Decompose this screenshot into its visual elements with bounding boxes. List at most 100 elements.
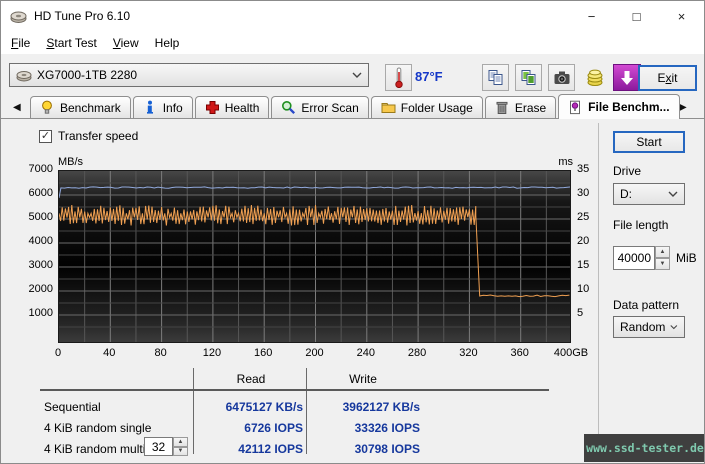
- axis-tick-label: 35: [577, 163, 603, 175]
- maximize-button[interactable]: □: [614, 1, 659, 31]
- queue-depth-input[interactable]: 32: [144, 437, 173, 456]
- spin-up-icon[interactable]: ▲: [655, 246, 670, 258]
- trash-icon: [495, 100, 510, 115]
- axis-tick-label: 30: [577, 187, 603, 199]
- exit-button[interactable]: Exit: [638, 65, 697, 91]
- chevron-down-icon: [352, 72, 362, 78]
- axis-tick-label: 0: [55, 347, 61, 359]
- camera-icon: [553, 70, 571, 86]
- down-arrow-icon: [620, 70, 634, 86]
- menu-help[interactable]: Help: [147, 33, 188, 53]
- axis-tick-label: 40: [103, 347, 115, 359]
- drive-selector-combobox[interactable]: XG7000-1TB 2280: [9, 63, 369, 87]
- axis-tick-label: 4000: [19, 235, 53, 247]
- axis-tick-label: 80: [154, 347, 166, 359]
- axis-tick-label: 160: [254, 347, 272, 359]
- tab-erase[interactable]: Erase: [485, 96, 556, 118]
- transfer-speed-checkbox-row: ✓ Transfer speed: [39, 129, 138, 143]
- tab-health[interactable]: Health: [195, 96, 270, 118]
- panel-divider: [598, 123, 599, 459]
- chevron-down-icon: [668, 191, 678, 197]
- axis-tick-label: 1000: [19, 307, 53, 319]
- file-length-unit: MiB: [676, 251, 697, 265]
- tab-error-scan[interactable]: Error Scan: [271, 96, 368, 118]
- donate-button[interactable]: [581, 64, 608, 91]
- transfer-speed-label: Transfer speed: [58, 129, 138, 143]
- axis-tick-label: 5: [577, 307, 603, 319]
- screenshot-button[interactable]: [548, 64, 575, 91]
- row-label-random-single: 4 KiB random single: [44, 421, 151, 435]
- queue-depth-spinner: ▲ ▼: [173, 437, 188, 456]
- file-length-spinner: ▲ ▼: [655, 246, 670, 270]
- queue-depth-control: 32 ▲ ▼: [144, 437, 188, 456]
- tab-folder-usage[interactable]: Folder Usage: [371, 96, 483, 118]
- write-column-header: Write: [308, 372, 418, 386]
- axis-tick-label: 200: [305, 347, 323, 359]
- table-divider: [306, 368, 307, 454]
- menu-start-test[interactable]: Start Test: [38, 33, 104, 53]
- tab-benchmark[interactable]: Benchmark: [30, 96, 131, 118]
- file-length-input[interactable]: 40000: [613, 246, 655, 270]
- read-column-header: Read: [196, 372, 306, 386]
- axis-tick-label: 6000: [19, 187, 53, 199]
- file-benchmark-icon: [568, 100, 583, 115]
- minimize-button[interactable]: −: [569, 1, 614, 31]
- chevron-down-icon: [670, 324, 678, 330]
- y-right-unit-label: ms: [541, 156, 573, 168]
- axis-tick-label: 360: [511, 347, 529, 359]
- disk-icon: [16, 69, 32, 82]
- health-cross-icon: [205, 100, 220, 115]
- random-single-read-value: 6726 IOPS: [197, 421, 303, 435]
- sequential-read-value: 6475127 KB/s: [197, 400, 303, 414]
- window-controls: − □ ×: [569, 1, 704, 31]
- data-pattern-label: Data pattern: [613, 298, 679, 312]
- transfer-speed-plot: [58, 170, 571, 343]
- watermark: www.ssd-tester.de: [584, 434, 705, 462]
- axis-tick-label: 2000: [19, 283, 53, 295]
- sequential-write-value: 3962127 KB/s: [310, 400, 420, 414]
- menu-file[interactable]: File: [3, 33, 38, 53]
- axis-tick-label: 10: [577, 283, 603, 295]
- coins-icon: [585, 68, 605, 87]
- axis-tick-label: 400GB: [554, 347, 588, 359]
- copy-image-button[interactable]: [515, 64, 542, 91]
- spin-down-icon[interactable]: ▼: [655, 258, 670, 270]
- toolbar: XG7000-1TB 2280 87°F: [1, 54, 704, 93]
- random-multi-write-value: 30798 IOPS: [310, 442, 420, 456]
- thermometer-icon: [392, 67, 406, 88]
- copy-text-button[interactable]: [482, 64, 509, 91]
- title-bar: HD Tune Pro 6.10 − □ ×: [1, 1, 704, 31]
- lightbulb-icon: [40, 100, 55, 115]
- row-label-sequential: Sequential: [44, 400, 101, 414]
- data-pattern-combobox[interactable]: Random: [613, 316, 685, 338]
- window-title: HD Tune Pro 6.10: [34, 9, 130, 23]
- close-button[interactable]: ×: [659, 1, 704, 31]
- axis-tick-label: 320: [459, 347, 477, 359]
- axis-tick-label: 25: [577, 211, 603, 223]
- temperature-value: 87°F: [415, 69, 443, 84]
- temperature-button[interactable]: [385, 64, 412, 91]
- axis-tick-label: 15: [577, 259, 603, 271]
- drive-label: Drive: [613, 164, 641, 178]
- tab-scroll-right-icon[interactable]: ▶: [679, 102, 687, 113]
- download-button[interactable]: [613, 64, 641, 91]
- magnifier-icon: [281, 100, 296, 115]
- spin-up-icon[interactable]: ▲: [173, 437, 188, 447]
- start-button[interactable]: Start: [613, 131, 685, 153]
- axis-tick-label: 20: [577, 235, 603, 247]
- tab-scroll-left-icon[interactable]: ◀: [13, 102, 21, 113]
- table-divider: [193, 368, 194, 454]
- tab-file-benchmark[interactable]: File Benchm...: [558, 94, 679, 119]
- axis-tick-label: 3000: [19, 259, 53, 271]
- random-single-write-value: 33326 IOPS: [310, 421, 420, 435]
- menu-view[interactable]: View: [105, 33, 147, 53]
- spin-down-icon[interactable]: ▼: [173, 447, 188, 457]
- axis-tick-label: 5000: [19, 211, 53, 223]
- menu-bar: File Start Test View Help: [1, 31, 704, 54]
- info-icon: [143, 100, 158, 115]
- drive-combobox[interactable]: D:: [613, 183, 685, 205]
- axis-tick-label: 120: [203, 347, 221, 359]
- y-left-unit-label: MB/s: [58, 156, 83, 168]
- transfer-speed-checkbox[interactable]: ✓: [39, 130, 52, 143]
- tab-info[interactable]: Info: [133, 96, 193, 118]
